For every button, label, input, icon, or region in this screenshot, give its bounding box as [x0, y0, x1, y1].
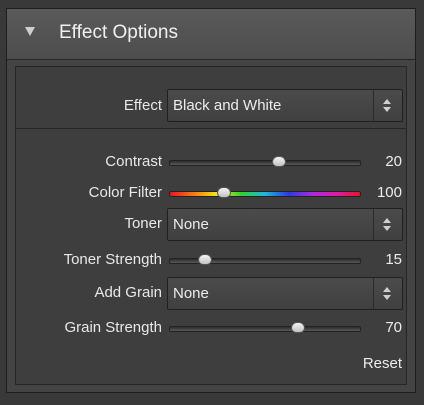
- color-filter-label: Color Filter: [88, 184, 162, 201]
- effect-label: Effect: [123, 97, 162, 114]
- toner-label: Toner: [124, 215, 162, 232]
- chevron-down-icon: [383, 107, 391, 112]
- effect-select[interactable]: Black and White: [167, 89, 403, 122]
- reset-button[interactable]: Reset: [363, 355, 402, 372]
- toner-strength-label: Toner Strength: [63, 251, 162, 268]
- contrast-slider-track[interactable]: [169, 160, 361, 166]
- color-filter-slider-track[interactable]: [169, 191, 361, 197]
- grain-strength-slider-thumb[interactable]: [291, 322, 306, 333]
- add-grain-label: Add Grain: [94, 284, 162, 301]
- chevron-up-icon: [383, 218, 391, 223]
- effect-options-panel: Effect Options Effect Black and White Co…: [6, 8, 416, 393]
- add-grain-select-value: None: [173, 285, 209, 302]
- add-grain-select-stepper[interactable]: [373, 278, 402, 309]
- collapse-triangle-icon[interactable]: [25, 27, 35, 36]
- toner-strength-slider-thumb[interactable]: [198, 254, 213, 265]
- effect-options-window: Effect Options Effect Black and White Co…: [0, 0, 424, 405]
- effect-select-stepper[interactable]: [373, 90, 402, 121]
- panel-header[interactable]: Effect Options: [7, 9, 415, 60]
- grain-strength-label: Grain Strength: [64, 319, 162, 336]
- add-grain-select[interactable]: None: [167, 277, 403, 310]
- toner-select[interactable]: None: [167, 208, 403, 241]
- toner-select-value: None: [173, 216, 209, 233]
- grain-strength-value: 70: [385, 319, 402, 336]
- effect-select-value: Black and White: [173, 97, 282, 114]
- contrast-slider-thumb[interactable]: [272, 156, 287, 167]
- chevron-up-icon: [383, 99, 391, 104]
- panel-title: Effect Options: [59, 22, 178, 43]
- chevron-down-icon: [383, 226, 391, 231]
- divider: [16, 128, 406, 129]
- panel-body: Effect Black and White Contrast 20 Color…: [15, 66, 407, 385]
- toner-select-stepper[interactable]: [373, 209, 402, 240]
- contrast-value: 20: [385, 153, 402, 170]
- chevron-down-icon: [383, 295, 391, 300]
- contrast-label: Contrast: [105, 153, 162, 170]
- color-filter-slider-thumb[interactable]: [217, 187, 232, 198]
- color-filter-value: 100: [376, 184, 402, 201]
- grain-strength-slider-track[interactable]: [169, 326, 361, 332]
- chevron-up-icon: [383, 287, 391, 292]
- toner-strength-value: 15: [385, 251, 402, 268]
